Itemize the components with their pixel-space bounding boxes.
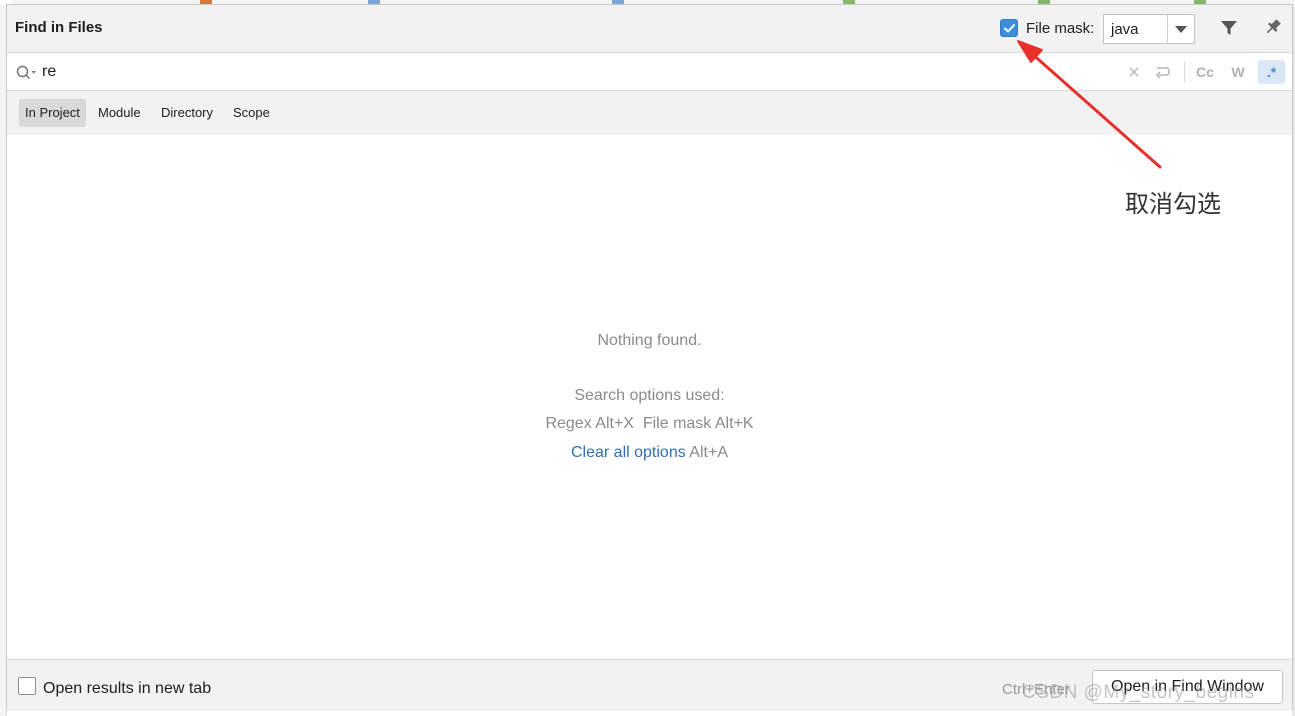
- filter-icon[interactable]: [1220, 19, 1238, 37]
- options-heading: Search options used:: [574, 387, 725, 404]
- search-history-icon[interactable]: [16, 65, 38, 81]
- options-used: Regex Alt+X File mask Alt+K: [545, 415, 754, 432]
- toolbar-separator: [1184, 61, 1185, 83]
- tab-module[interactable]: Module: [92, 99, 147, 127]
- screen: Find in Files File mask: java re Cc W .*…: [0, 0, 1295, 716]
- pin-icon[interactable]: [1263, 17, 1283, 37]
- file-mask-label[interactable]: File mask:: [1026, 20, 1094, 37]
- regex-toggle[interactable]: .*: [1258, 60, 1285, 84]
- tab-directory[interactable]: Directory: [155, 99, 219, 127]
- whole-words-toggle[interactable]: W: [1226, 60, 1250, 84]
- clear-all-options-link[interactable]: Clear all options: [571, 444, 686, 461]
- empty-message: Nothing found.: [597, 332, 702, 349]
- newline-icon[interactable]: [1154, 65, 1172, 79]
- search-input[interactable]: [42, 60, 1122, 84]
- new-tab-checkbox[interactable]: [18, 677, 36, 695]
- file-mask-checkbox[interactable]: [1000, 19, 1018, 37]
- search-bar: Cc W .*: [7, 53, 1292, 91]
- dropdown-divider: [1167, 15, 1168, 43]
- tab-scope[interactable]: Scope: [227, 99, 276, 127]
- watermark: CSDN @My_story_begins: [1022, 682, 1255, 703]
- search-tools: Cc W .*: [1124, 53, 1292, 91]
- clear-options-line: Clear all options Alt+A: [7, 444, 1292, 462]
- clear-shortcut: Alt+A: [689, 444, 728, 461]
- annotation-note: 取消勾选: [1125, 190, 1221, 218]
- clear-search-icon[interactable]: [1128, 66, 1140, 78]
- scope-tabs: In Project Module Directory Scope: [7, 91, 1292, 135]
- file-mask-dropdown[interactable]: java: [1103, 14, 1195, 44]
- checkmark-icon: [1004, 24, 1015, 33]
- tab-in-project[interactable]: In Project: [19, 99, 86, 127]
- match-case-toggle[interactable]: Cc: [1192, 60, 1218, 84]
- results-panel: Nothing found. Search options used: Rege…: [7, 135, 1292, 659]
- dialog-header[interactable]: Find in Files File mask: java: [7, 5, 1292, 53]
- new-tab-label[interactable]: Open results in new tab: [43, 680, 211, 698]
- find-in-files-dialog: Find in Files File mask: java re Cc W .*…: [6, 4, 1293, 711]
- file-mask-value[interactable]: java: [1111, 21, 1139, 38]
- dialog-title: Find in Files: [15, 19, 103, 36]
- chevron-down-icon[interactable]: [1175, 26, 1187, 33]
